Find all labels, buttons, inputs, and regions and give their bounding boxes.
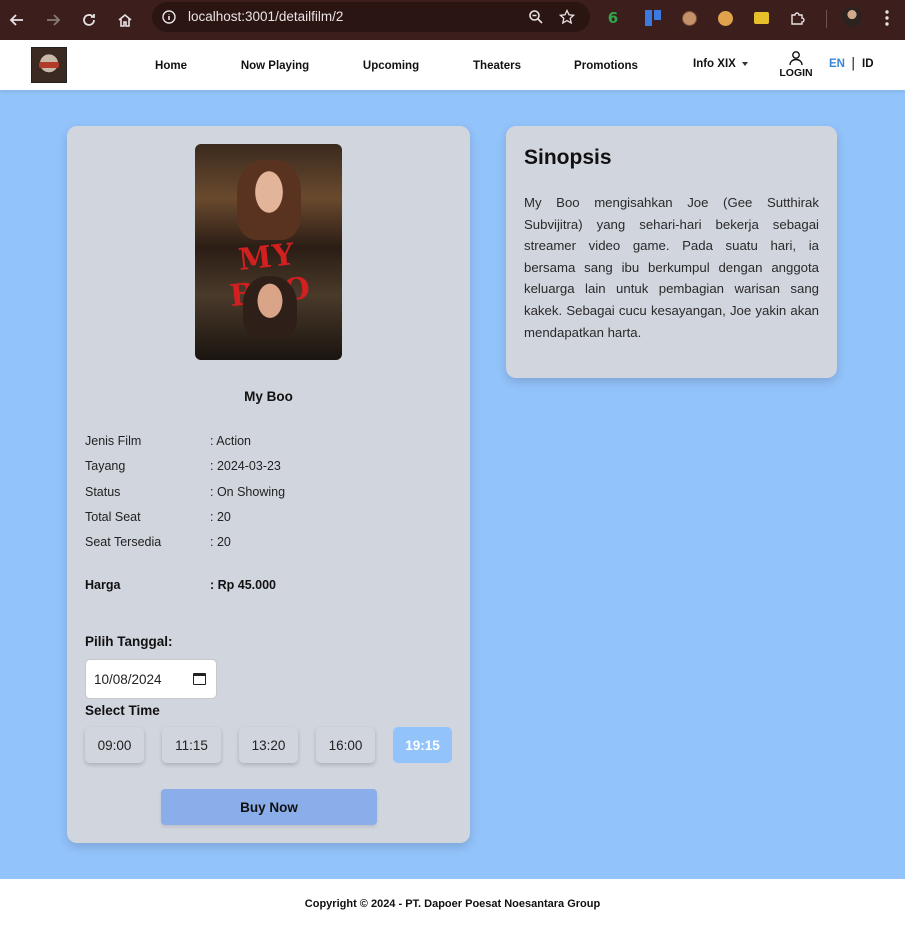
caret-down-icon	[741, 61, 748, 66]
time-slot-1915-selected[interactable]: 19:15	[393, 727, 452, 763]
nav-info-dropdown[interactable]: Info XIX	[693, 58, 748, 70]
date-picker-label: Pilih Tanggal:	[85, 634, 173, 649]
calendar-icon[interactable]	[193, 673, 206, 685]
copyright-text: Copyright © 2024 - PT. Dapoer Poesat Noe…	[304, 898, 601, 910]
synopsis-title: Sinopsis	[524, 146, 612, 169]
time-slot-1115[interactable]: 11:15	[162, 727, 221, 763]
synopsis-card: Sinopsis My Boo mengisahkan Joe (Gee Sut…	[506, 126, 837, 378]
nav-info-label: Info XIX	[693, 58, 736, 70]
film-detail-card: MY BOO My Boo Jenis Film : Action Tayang…	[67, 126, 470, 843]
puzzle-icon[interactable]	[788, 9, 806, 27]
menu-kebab-icon[interactable]	[880, 8, 894, 28]
green-six-icon[interactable]: 6	[604, 9, 622, 27]
detail-label: Total Seat	[85, 510, 141, 524]
nav-now-playing[interactable]: Now Playing	[241, 60, 309, 72]
zoom-icon[interactable]	[528, 9, 544, 25]
price-label: Harga	[85, 578, 121, 592]
detail-label: Jenis Film	[85, 434, 142, 448]
nav-upcoming[interactable]: Upcoming	[363, 60, 419, 72]
time-slot-1600[interactable]: 16:00	[316, 727, 375, 763]
cinema-logo[interactable]	[31, 47, 67, 83]
back-icon[interactable]	[6, 9, 28, 31]
time-slot-1320[interactable]: 13:20	[239, 727, 298, 763]
login-label: LOGIN	[779, 67, 813, 79]
lang-separator: |	[851, 56, 856, 71]
time-slot-0900[interactable]: 09:00	[85, 727, 144, 763]
poster-boy-figure	[243, 276, 297, 338]
cookie-icon[interactable]	[680, 9, 698, 27]
home-icon[interactable]	[114, 9, 136, 31]
profile-avatar[interactable]	[842, 7, 862, 27]
lang-en[interactable]: EN	[829, 58, 845, 70]
price-value: : Rp 45.000	[210, 578, 277, 592]
detail-label: Seat Tersedia	[85, 535, 162, 549]
toolbar-divider	[826, 10, 827, 28]
browser-toolbar: localhost:3001/detailfilm/2 6	[0, 0, 905, 40]
film-title: My Boo	[244, 389, 293, 404]
reload-icon[interactable]	[78, 9, 100, 31]
site-info-icon[interactable]	[161, 9, 177, 25]
nav-theaters[interactable]: Theaters	[473, 60, 521, 72]
address-bar[interactable]: localhost:3001/detailfilm/2	[152, 2, 590, 32]
lang-id[interactable]: ID	[862, 58, 874, 70]
detail-value: : 20	[210, 535, 231, 549]
blue-bars-icon[interactable]	[644, 9, 662, 27]
forward-icon[interactable]	[42, 9, 64, 31]
film-poster: MY BOO	[195, 144, 342, 360]
cookie2-icon[interactable]	[716, 9, 734, 27]
date-value: 10/08/2024	[94, 671, 162, 687]
nav-promotions[interactable]: Promotions	[574, 60, 638, 72]
detail-value: : 2024-03-23	[210, 459, 281, 473]
user-icon	[789, 51, 803, 66]
tag-icon[interactable]	[752, 9, 770, 27]
nav-home[interactable]: Home	[155, 60, 187, 72]
date-picker-input[interactable]: 10/08/2024	[85, 659, 217, 699]
detail-value: : 20	[210, 510, 231, 524]
site-footer: Copyright © 2024 - PT. Dapoer Poesat Noe…	[0, 879, 905, 927]
detail-value: : On Showing	[210, 485, 286, 499]
login-button[interactable]: LOGIN	[779, 50, 813, 79]
detail-value: : Action	[210, 434, 251, 448]
site-header: Home Now Playing Upcoming Theaters Promo…	[0, 40, 905, 90]
buy-now-button[interactable]: Buy Now	[161, 789, 377, 825]
time-select-label: Select Time	[85, 703, 160, 718]
detail-label: Tayang	[85, 459, 126, 473]
poster-girl-figure	[237, 160, 301, 240]
detail-label: Status	[85, 485, 121, 499]
bookmark-star-icon[interactable]	[559, 9, 575, 25]
url-text: localhost:3001/detailfilm/2	[188, 9, 344, 24]
synopsis-text: My Boo mengisahkan Joe (Gee Sutthirak Su…	[524, 195, 819, 340]
